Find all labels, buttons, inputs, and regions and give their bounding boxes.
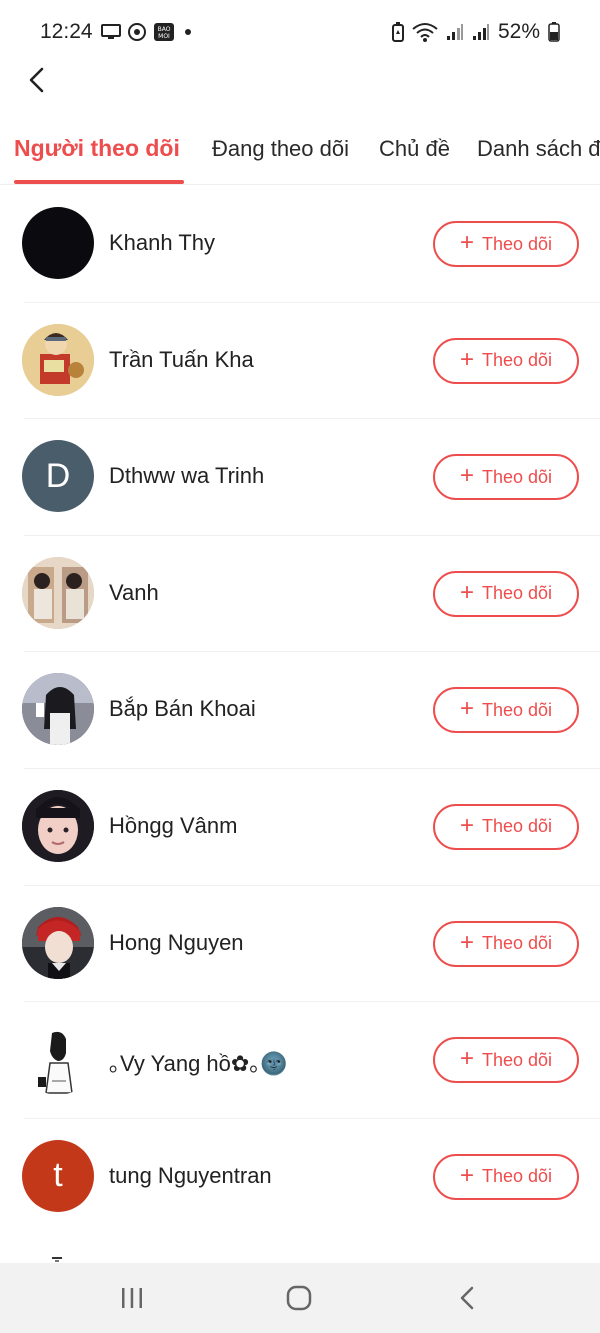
svg-text:MOI: MOI	[158, 33, 170, 40]
plus-icon: +	[459, 1045, 474, 1073]
plus-icon: +	[459, 345, 474, 373]
follower-name[interactable]: Trần Tuấn Kha	[109, 347, 254, 373]
system-back-button[interactable]	[455, 1283, 479, 1313]
plus-icon: +	[459, 229, 474, 256]
avatar[interactable]: t	[22, 1139, 94, 1212]
sketch-avatar-image	[22, 1023, 94, 1096]
plus-icon: +	[459, 462, 474, 490]
status-left-icons: BAO MOI	[101, 22, 195, 42]
follower-row[interactable]: Vanh + Theo dõi	[0, 536, 600, 653]
home-button[interactable]	[284, 1283, 314, 1313]
battery-icon	[548, 22, 560, 42]
cartoon-avatar-image	[22, 323, 94, 396]
plus-icon: +	[459, 695, 474, 723]
photo-avatar-image	[22, 789, 94, 862]
follower-name[interactable]: Hong Nguyen	[109, 930, 244, 956]
battery-saver-icon	[391, 22, 404, 42]
follower-row[interactable]: t tung Nguyentran + Theo dõi	[0, 1119, 600, 1236]
baomoi-icon: BAOMOI	[154, 23, 174, 41]
follow-button[interactable]: + Theo dõi	[433, 1153, 579, 1200]
follower-row[interactable]: ｡Vy Yang hồ✿｡🌚 + Theo dõi	[0, 1002, 600, 1119]
tab-following[interactable]: Đang theo dõi	[212, 136, 349, 162]
signal-icon	[446, 24, 463, 40]
follower-row[interactable]: Trần Tuấn Kha + Theo dõi	[0, 303, 600, 420]
follower-row[interactable]: D Dthww wa Trinh + Theo dõi	[0, 419, 600, 536]
status-time: 12:24	[40, 20, 93, 43]
follower-name[interactable]: Vanh	[109, 580, 159, 606]
follower-list: Khanh Thy + Theo dõi Trần Tuấn Kha + Theo …	[0, 186, 600, 1235]
follower-name[interactable]: Bắp Bán Khoai	[109, 696, 256, 722]
avatar[interactable]	[22, 1023, 94, 1096]
plus-icon: +	[459, 1161, 474, 1189]
follow-button[interactable]: + Theo dõi	[433, 337, 579, 384]
avatar[interactable]	[22, 207, 94, 279]
next-avatar-partial	[52, 1257, 62, 1262]
svg-text:BAO: BAO	[158, 26, 171, 33]
vpn-icon	[128, 23, 146, 41]
back-icon	[460, 1286, 474, 1310]
system-nav-bar	[0, 1263, 600, 1333]
follower-name[interactable]: Dthww wa Trinh	[109, 463, 264, 489]
follower-row[interactable]: Hồngg Vânm + Theo dõi	[0, 769, 600, 886]
battery-percent: 52%	[497, 20, 540, 43]
tab-bar: Người theo dõi Đang theo dõi Chủ đề Danh…	[0, 122, 600, 185]
follow-button[interactable]: + Theo dõi	[433, 920, 579, 967]
follow-button[interactable]: + Theo dõi	[433, 687, 579, 734]
avatar[interactable]	[22, 789, 94, 862]
anime-avatar-image	[22, 906, 94, 979]
plus-icon: +	[459, 578, 474, 606]
signal-icon	[472, 24, 489, 40]
tab-topics[interactable]: Chủ đề	[379, 136, 450, 162]
follower-row[interactable]: Khanh Thy + Theo dõi	[0, 186, 600, 303]
cast-icon	[101, 24, 121, 39]
follower-name[interactable]: tung Nguyentran	[109, 1163, 272, 1189]
avatar[interactable]	[22, 673, 94, 746]
plus-icon: +	[459, 811, 474, 839]
avatar-letter: t	[53, 1156, 63, 1195]
tab-lists[interactable]: Danh sách đ	[477, 136, 600, 162]
follow-button[interactable]: + Theo dõi	[433, 221, 579, 267]
avatar[interactable]	[22, 556, 94, 629]
back-button[interactable]	[18, 62, 54, 98]
chevron-left-icon	[29, 67, 44, 93]
status-bar: 12:24 BAO MOI 52%	[0, 0, 600, 66]
follow-button[interactable]: + Theo dõi	[433, 570, 579, 617]
status-right: 52%	[391, 20, 560, 44]
tab-followers[interactable]: Người theo dõi	[14, 135, 180, 162]
avatar[interactable]	[22, 323, 94, 396]
follow-button[interactable]: + Theo dõi	[433, 803, 579, 850]
dot-icon	[185, 29, 191, 35]
follower-name[interactable]: Hồngg Vânm	[109, 813, 237, 839]
follower-name[interactable]: ｡Vy Yang hồ✿｡🌚	[109, 1046, 288, 1078]
recents-icon	[122, 1288, 142, 1308]
home-icon	[286, 1285, 312, 1311]
avatar[interactable]: D	[22, 440, 94, 513]
follower-row[interactable]: Bắp Bán Khoai + Theo dõi	[0, 652, 600, 769]
recents-button[interactable]	[118, 1283, 146, 1313]
active-tab-indicator	[14, 180, 184, 184]
follower-row[interactable]: Hong Nguyen + Theo dõi	[0, 886, 600, 1003]
wifi-icon	[412, 23, 438, 42]
follow-button[interactable]: + Theo dõi	[433, 1037, 579, 1084]
photo-avatar-image	[22, 556, 94, 629]
plus-icon: +	[459, 928, 474, 956]
avatar-letter: D	[45, 456, 71, 495]
follower-name[interactable]: Khanh Thy	[109, 230, 215, 256]
follow-button[interactable]: + Theo dõi	[433, 454, 579, 501]
photo-avatar-image	[22, 673, 94, 746]
avatar[interactable]	[22, 906, 94, 979]
